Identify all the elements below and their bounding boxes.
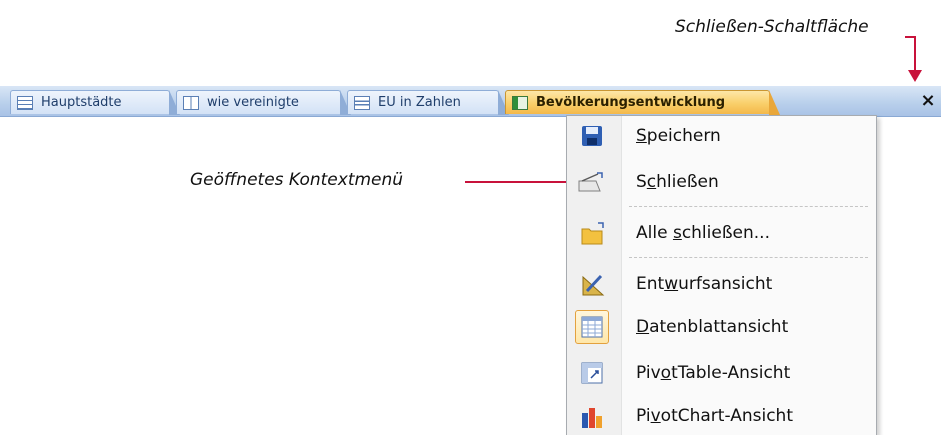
- query-icon: [183, 95, 199, 110]
- menu-item-datenblattansicht[interactable]: Datenblattansicht: [567, 310, 876, 344]
- menu-item-label: Datenblattansicht: [636, 317, 789, 337]
- menu-item-label: Entwurfsansicht: [636, 274, 773, 294]
- annotation-arrow-close-line: [914, 36, 916, 72]
- close-document-button[interactable]: ×: [919, 91, 937, 111]
- menu-item-label: PivotTable-Ansicht: [636, 363, 791, 383]
- menu-item-label: PivotChart-Ansicht: [636, 406, 793, 426]
- design-view-icon: [582, 274, 605, 296]
- menu-item-schliessen[interactable]: Schließen: [567, 165, 876, 199]
- tab-hauptstaedte[interactable]: Hauptstädte: [10, 90, 180, 115]
- tab-label: Hauptstädte: [41, 95, 122, 110]
- tab-wie-vereinigte[interactable]: wie vereinigte: [176, 90, 351, 115]
- menu-separator: [629, 257, 868, 258]
- annotation-context-menu: Geöffnetes Kontextmenü: [190, 170, 404, 190]
- annotation-arrow-close-line-top: [905, 36, 916, 38]
- table-icon: [17, 95, 33, 110]
- menu-item-entwurfsansicht[interactable]: Entwurfsansicht: [567, 267, 876, 301]
- menu-item-label: Alle schließen...: [636, 223, 770, 243]
- datasheet-view-icon: [581, 316, 603, 338]
- pivotchart-icon: [582, 408, 602, 428]
- tab-bevoelkerungsentwicklung[interactable]: Bevölkerungsentwicklung: [505, 90, 780, 115]
- menu-item-label: Schließen: [636, 172, 719, 192]
- close-folder-icon: [578, 172, 603, 192]
- pivottable-icon: [581, 362, 603, 384]
- context-menu: Speichern Schließen Alle schließen... En…: [566, 115, 877, 435]
- tab-edge: [769, 90, 780, 115]
- tab-label: Bevölkerungsentwicklung: [536, 95, 726, 110]
- menu-item-pivotchart-ansicht[interactable]: PivotChart-Ansicht: [567, 399, 876, 433]
- form-icon: [354, 95, 370, 110]
- menu-separator: [629, 206, 868, 207]
- menu-item-label: Speichern: [636, 126, 721, 146]
- save-icon: [582, 126, 602, 146]
- annotation-arrow-close-head: [908, 70, 922, 82]
- menu-item-alle-schliessen[interactable]: Alle schließen...: [567, 216, 876, 250]
- tab-label: wie vereinigte: [207, 95, 299, 110]
- close-all-icon: [581, 222, 604, 245]
- tab-eu-in-zahlen[interactable]: EU in Zahlen: [347, 90, 509, 115]
- document-tab-bar: Hauptstädte wie vereinigte EU in Zahlen …: [0, 86, 941, 117]
- report-icon: [512, 95, 528, 110]
- menu-item-pivottable-ansicht[interactable]: PivotTable-Ansicht: [567, 356, 876, 390]
- tab-label: EU in Zahlen: [378, 95, 461, 110]
- menu-item-speichern[interactable]: Speichern: [567, 119, 876, 153]
- annotation-close-button: Schließen-Schaltfläche: [675, 17, 869, 37]
